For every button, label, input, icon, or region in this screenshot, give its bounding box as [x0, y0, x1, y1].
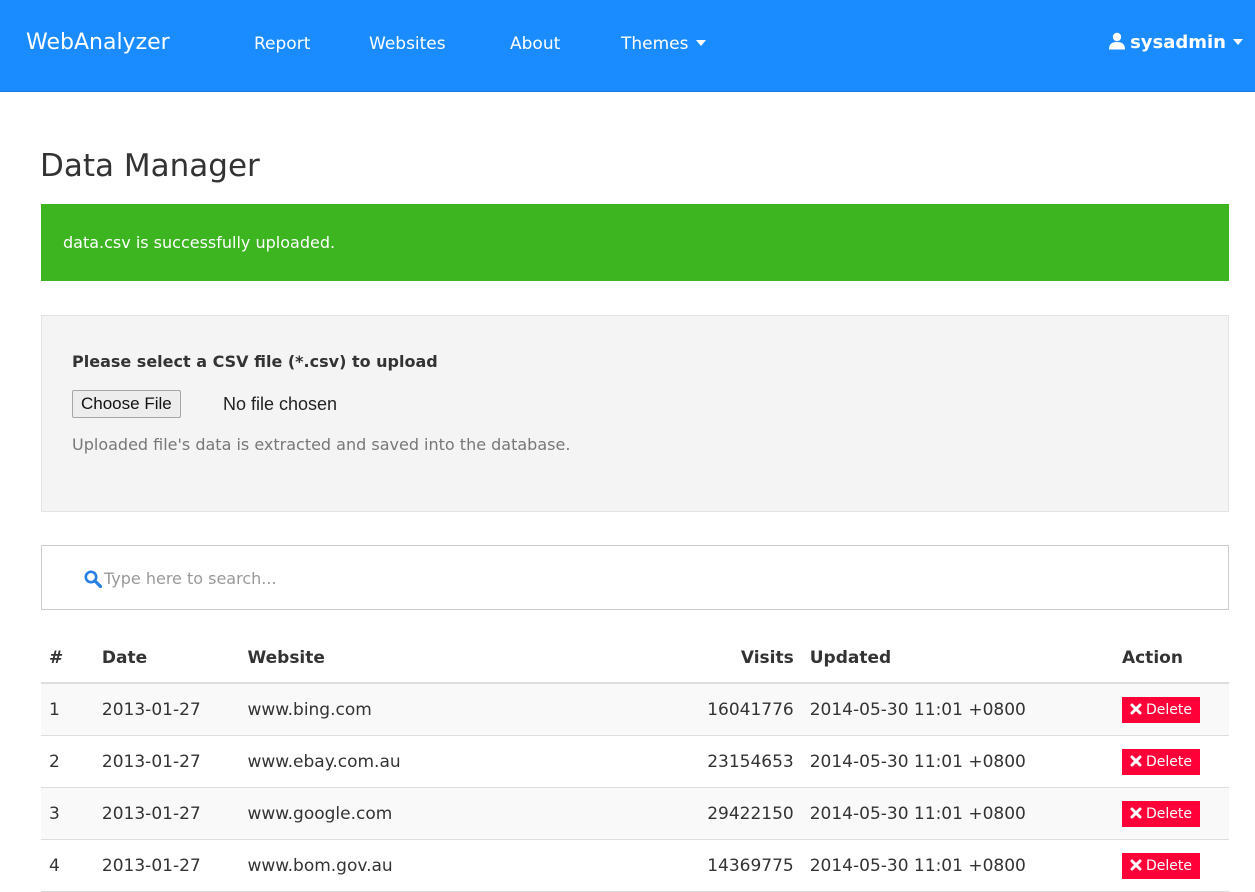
table-row: 3 2013-01-27 www.google.com 29422150 201… [41, 787, 1229, 840]
upload-panel: Please select a CSV file (*.csv) to uplo… [41, 315, 1229, 512]
row-website: www.ebay.com.au [239, 735, 649, 788]
table-row: 2 2013-01-27 www.ebay.com.au 23154653 20… [41, 735, 1229, 788]
row-action: Delete [1113, 787, 1229, 840]
success-alert: data.csv is successfully uploaded. [41, 204, 1229, 281]
choose-file-button[interactable]: Choose File [72, 390, 181, 418]
row-date: 2013-01-27 [93, 839, 240, 892]
row-updated: 2014-05-30 11:01 +0800 [801, 735, 1114, 788]
row-date: 2013-01-27 [93, 683, 240, 736]
header-num[interactable]: # [41, 634, 94, 684]
row-visits: 14369775 [648, 839, 802, 892]
header-website[interactable]: Website [239, 634, 649, 684]
search-box [41, 545, 1229, 610]
row-num: 4 [41, 839, 94, 892]
navbar: WebAnalyzer Report Websites About Themes… [0, 0, 1255, 92]
upload-label: Please select a CSV file (*.csv) to uplo… [72, 352, 438, 371]
delete-label: Delete [1145, 857, 1192, 874]
nav-dropdown-themes-label: Themes [621, 34, 689, 54]
row-visits: 16041776 [648, 683, 802, 736]
table-header-row: # Date Website Visits Updated Action [41, 634, 1229, 684]
delete-button[interactable]: Delete [1121, 696, 1200, 723]
search-input[interactable] [104, 562, 1104, 594]
row-updated: 2014-05-30 11:01 +0800 [801, 787, 1114, 840]
file-status: No file chosen [223, 394, 338, 414]
header-updated[interactable]: Updated [801, 634, 1114, 684]
upload-help-text: Uploaded file's data is extracted and sa… [72, 435, 571, 454]
caret-down-icon [1233, 39, 1243, 45]
row-action: Delete [1113, 683, 1229, 736]
row-date: 2013-01-27 [93, 735, 240, 788]
row-num: 3 [41, 787, 94, 840]
nav-link-about[interactable]: About [510, 32, 560, 56]
nav-link-report[interactable]: Report [254, 32, 310, 56]
close-icon [1130, 703, 1142, 714]
delete-button[interactable]: Delete [1121, 852, 1200, 879]
delete-label: Delete [1145, 753, 1192, 770]
close-icon [1130, 755, 1142, 766]
delete-label: Delete [1145, 701, 1192, 718]
row-action: Delete [1113, 735, 1229, 788]
row-num: 1 [41, 683, 94, 736]
delete-label: Delete [1145, 805, 1192, 822]
row-num: 2 [41, 735, 94, 788]
row-website: www.google.com [239, 787, 649, 840]
nav-dropdown-themes[interactable]: Themes [621, 32, 706, 56]
user-name: sysadmin [1130, 32, 1226, 53]
table-row: 4 2013-01-27 www.bom.gov.au 14369775 201… [41, 839, 1229, 892]
caret-down-icon [695, 40, 706, 46]
delete-button[interactable]: Delete [1121, 800, 1200, 827]
header-action: Action [1113, 634, 1229, 684]
page-title: Data Manager [40, 148, 260, 184]
data-table: # Date Website Visits Updated Action 1 2… [41, 634, 1229, 892]
table-row: 1 2013-01-27 www.bing.com 16041776 2014-… [41, 683, 1229, 736]
nav-link-websites[interactable]: Websites [369, 32, 446, 56]
row-website: www.bing.com [239, 683, 649, 736]
header-date[interactable]: Date [93, 634, 240, 684]
row-updated: 2014-05-30 11:01 +0800 [801, 839, 1114, 892]
search-icon [84, 570, 102, 588]
row-visits: 29422150 [648, 787, 802, 840]
user-icon [1109, 32, 1126, 50]
row-website: www.bom.gov.au [239, 839, 649, 892]
row-action: Delete [1113, 839, 1229, 892]
header-visits[interactable]: Visits [648, 634, 802, 684]
brand-link[interactable]: WebAnalyzer [26, 27, 170, 59]
close-icon [1130, 807, 1142, 818]
row-date: 2013-01-27 [93, 787, 240, 840]
row-visits: 23154653 [648, 735, 802, 788]
delete-button[interactable]: Delete [1121, 748, 1200, 775]
user-menu[interactable]: sysadmin [1108, 31, 1243, 55]
row-updated: 2014-05-30 11:01 +0800 [801, 683, 1114, 736]
